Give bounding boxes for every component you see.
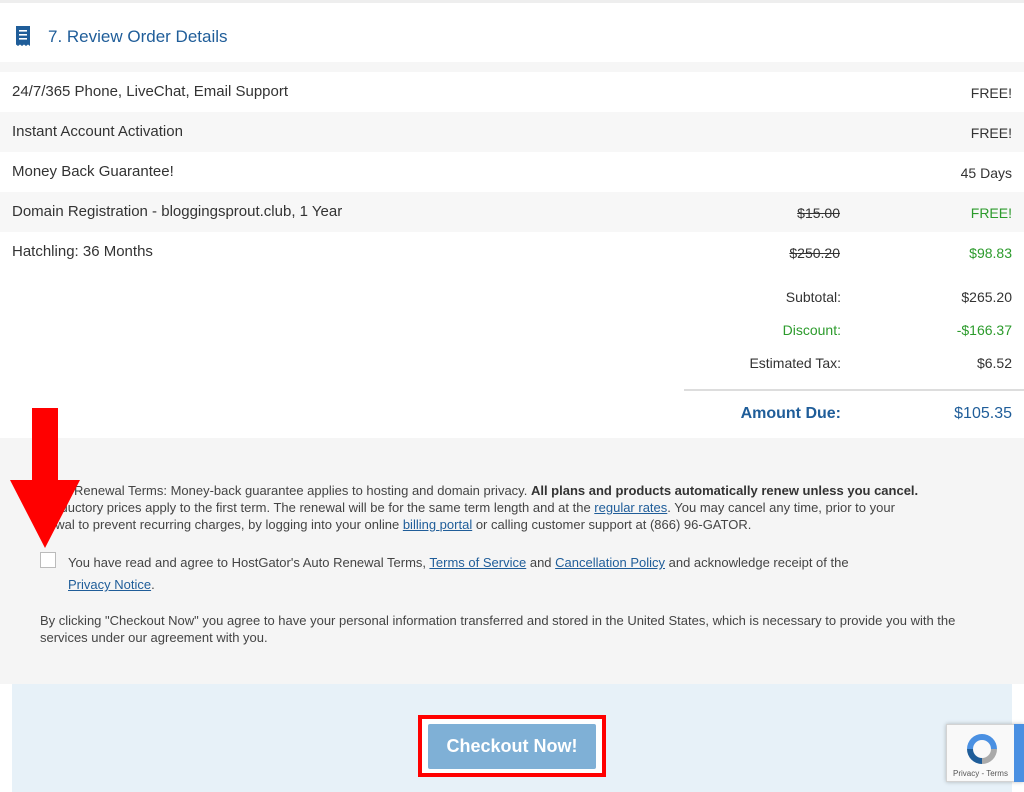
data-transfer-notice: By clicking "Checkout Now" you agree to … xyxy=(40,613,956,645)
item-label: Money Back Guarantee! xyxy=(12,163,174,180)
discount-value: -$166.37 xyxy=(956,322,1012,338)
terms-bold: All plans and products automatically ren… xyxy=(530,483,919,498)
item-price: FREE! xyxy=(970,205,1012,221)
order-item-row: Domain Registration - bloggingsprout.clu… xyxy=(0,192,1024,232)
agreement-start: You have read and agree to HostGator's A… xyxy=(68,555,430,570)
amount-due-value: $105.35 xyxy=(954,405,1012,422)
recaptcha-badge[interactable]: Privacy - Terms xyxy=(946,724,1024,782)
item-price: FREE! xyxy=(970,85,1012,101)
subtotal-value: $265.20 xyxy=(961,289,1012,305)
agreement-and: and xyxy=(526,555,556,570)
order-totals: Subtotal: $265.20 Discount: -$166.37 Est… xyxy=(0,272,1024,438)
terms-line2-end: . You may cancel any time, prior to your xyxy=(667,500,895,515)
billing-portal-link[interactable]: billing portal xyxy=(403,517,472,532)
order-item-row: Hatchling: 36 Months $250.20 $98.83 xyxy=(0,232,1024,272)
tax-label: Estimated Tax: xyxy=(749,355,841,371)
item-original-price: $15.00 xyxy=(797,205,840,221)
totals-divider xyxy=(684,389,1024,391)
item-price: $98.83 xyxy=(969,245,1012,261)
item-label: Instant Account Activation xyxy=(12,123,183,140)
tax-value: $6.52 xyxy=(976,355,1012,371)
terms-line3: ewal to prevent recurring charges, by lo… xyxy=(48,517,403,532)
regular-rates-link[interactable]: regular rates xyxy=(594,500,667,515)
tax-row: Estimated Tax: $6.52 xyxy=(612,355,1012,379)
amount-due-label: Amount Due: xyxy=(740,405,841,422)
renewal-terms-text: Renewal Terms: Money-back guarantee appl… xyxy=(48,482,996,533)
order-item-row: 24/7/365 Phone, LiveChat, Email Support … xyxy=(0,72,1024,112)
order-item-row: Money Back Guarantee! 45 Days xyxy=(0,152,1024,192)
terms-line2: roductory prices apply to the first term… xyxy=(49,500,595,515)
agreement-period: . xyxy=(151,577,155,592)
checkout-now-button[interactable]: Checkout Now! xyxy=(428,724,596,769)
amount-due-row: Amount Due: $105.35 xyxy=(612,405,1012,429)
agree-checkbox[interactable] xyxy=(40,552,56,568)
subtotal-label: Subtotal: xyxy=(785,289,841,305)
receipt-icon xyxy=(16,26,30,46)
terms-panel: Renewal Terms: Money-back guarantee appl… xyxy=(0,438,1024,684)
recaptcha-strip xyxy=(1014,724,1024,782)
item-label: 24/7/365 Phone, LiveChat, Email Support xyxy=(12,83,289,100)
recaptcha-links[interactable]: Privacy - Terms xyxy=(953,769,1008,778)
agreement-text: You have read and agree to HostGator's A… xyxy=(68,552,948,596)
subtotal-row: Subtotal: $265.20 xyxy=(612,289,1012,313)
discount-label: Discount: xyxy=(782,322,841,338)
item-label: Domain Registration - bloggingsprout.clu… xyxy=(12,203,343,220)
order-item-row: Instant Account Activation FREE! xyxy=(0,112,1024,152)
item-original-price: $250.20 xyxy=(789,245,840,261)
section-divider xyxy=(0,62,1024,72)
privacy-notice-link[interactable]: Privacy Notice xyxy=(68,577,151,592)
item-price: 45 Days xyxy=(960,165,1012,181)
terms-line1: Renewal Terms: Money-back guarantee appl… xyxy=(74,483,531,498)
item-label: Hatchling: 36 Months xyxy=(12,243,153,260)
terms-of-service-link[interactable]: Terms of Service xyxy=(429,555,526,570)
cancellation-policy-link[interactable]: Cancellation Policy xyxy=(555,555,665,570)
terms-line3-end: or calling customer support at (866) 96-… xyxy=(472,517,752,532)
section-header: 7. Review Order Details xyxy=(0,0,1024,62)
item-price: FREE! xyxy=(970,125,1012,141)
annotation-arrow-icon xyxy=(10,408,80,548)
discount-row: Discount: -$166.37 xyxy=(612,322,1012,346)
agreement-end: and acknowledge receipt of the xyxy=(665,555,849,570)
recaptcha-icon xyxy=(967,734,997,764)
section-title: 7. Review Order Details xyxy=(48,27,228,46)
